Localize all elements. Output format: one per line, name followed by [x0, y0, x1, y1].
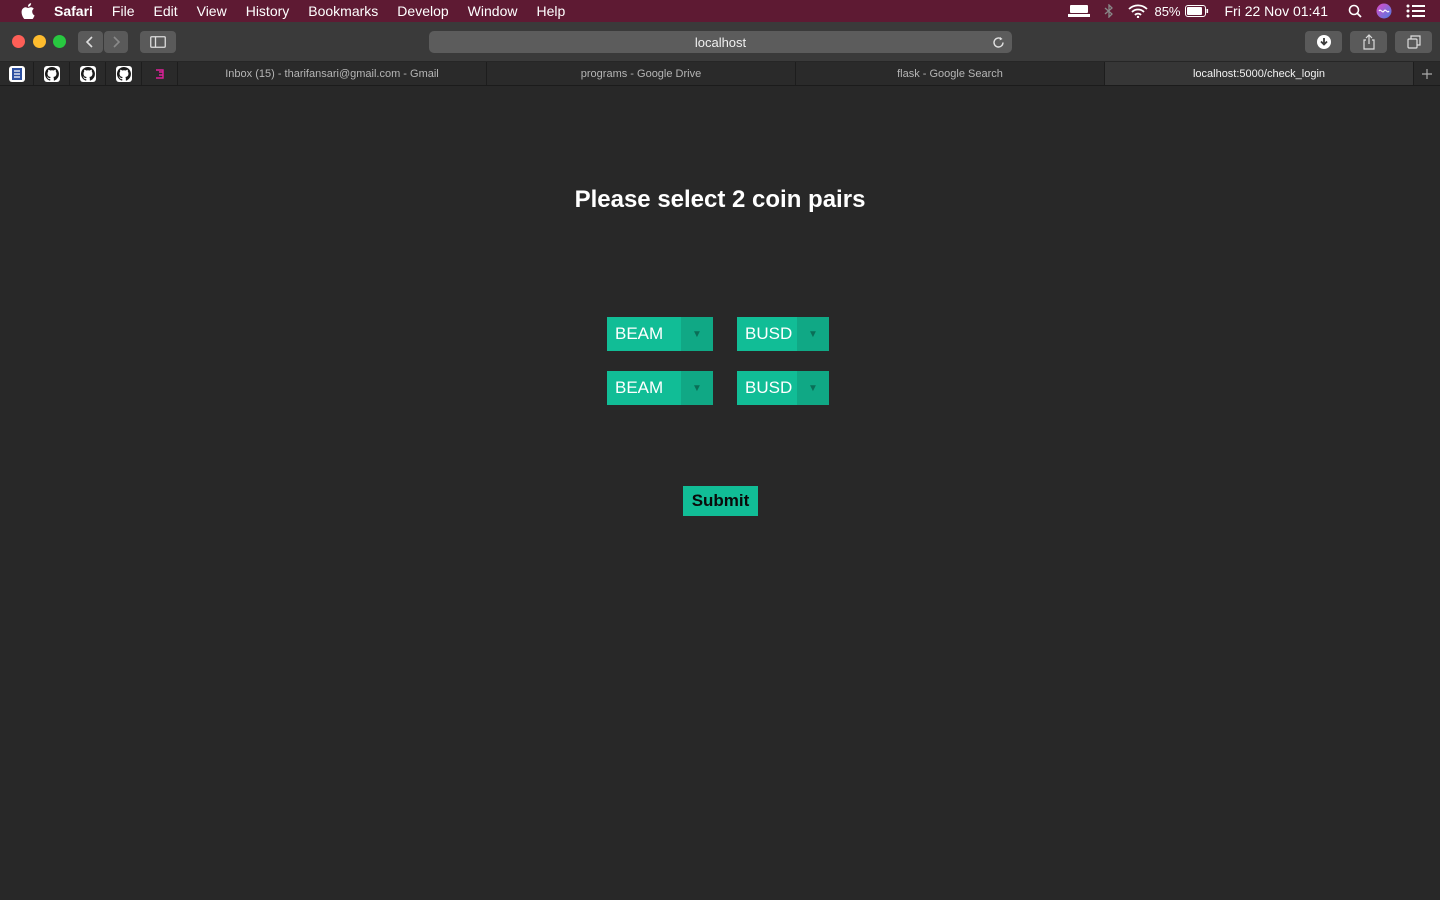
select-value: BEAM	[615, 378, 664, 397]
status-area: 85% Fri 22 Nov 01:41	[1054, 0, 1440, 22]
new-tab-button[interactable]	[1414, 62, 1440, 85]
pair-2-quote-select[interactable]: BUSD ▼	[737, 371, 829, 405]
spotlight-icon[interactable]	[1348, 4, 1362, 18]
page-title: Please select 2 coin pairs	[574, 186, 866, 213]
menu-develop[interactable]: Develop	[397, 3, 448, 19]
pinned-tab-bookmark[interactable]	[0, 62, 34, 85]
reload-icon[interactable]	[990, 34, 1006, 50]
battery-percent: 85%	[1154, 3, 1181, 19]
browser-toolbar: localhost	[0, 22, 1440, 62]
menu-view[interactable]: View	[197, 3, 227, 19]
pair-1-base-select[interactable]: BEAM ▼	[607, 317, 713, 351]
menu-window[interactable]: Window	[468, 3, 518, 19]
menu-safari[interactable]: Safari	[54, 3, 93, 19]
select-value: BEAM	[615, 324, 664, 343]
chevron-down-icon: ▼	[681, 317, 713, 351]
submit-button[interactable]: Submit	[683, 486, 758, 516]
tab-check-login[interactable]: localhost:5000/check_login	[1105, 62, 1414, 85]
tab-gmail[interactable]: Inbox (15) - tharifansari@gmail.com - Gm…	[178, 62, 487, 85]
pair-1-quote-select[interactable]: BUSD ▼	[737, 317, 829, 351]
page-content: Please select 2 coin pairs BEAM ▼ BUSD ▼…	[0, 86, 1440, 900]
share-button[interactable]	[1350, 31, 1387, 53]
back-button[interactable]	[78, 31, 103, 53]
pinned-tab-github-1[interactable]	[34, 62, 70, 85]
display-icon[interactable]	[1068, 4, 1091, 18]
bookmark-icon	[8, 65, 25, 82]
forward-button[interactable]	[103, 31, 128, 53]
menu-file[interactable]: File	[112, 3, 135, 19]
tab-overview-button[interactable]	[1395, 31, 1432, 53]
select-value: BUSD	[745, 378, 793, 397]
menu-history[interactable]: History	[246, 3, 290, 19]
menu-edit[interactable]: Edit	[153, 3, 177, 19]
menu-bookmarks[interactable]: Bookmarks	[308, 3, 378, 19]
notification-center-icon[interactable]	[1406, 4, 1426, 18]
github-icon	[115, 65, 132, 82]
apple-icon[interactable]	[20, 3, 36, 19]
github-icon	[79, 65, 96, 82]
app-icon	[152, 66, 168, 82]
menu-bar: Safari File Edit View History Bookmarks …	[0, 0, 1440, 22]
pair-2-base-select[interactable]: BEAM ▼	[607, 371, 713, 405]
siri-icon[interactable]	[1376, 3, 1392, 19]
minimize-window-button[interactable]	[33, 35, 46, 48]
menu-help[interactable]: Help	[536, 3, 565, 19]
chevron-down-icon: ▼	[681, 371, 713, 405]
wifi-icon[interactable]	[1128, 4, 1149, 18]
address-text: localhost	[694, 34, 747, 50]
pinned-tab-github-3[interactable]	[106, 62, 142, 85]
zoom-window-button[interactable]	[53, 35, 66, 48]
bluetooth-icon[interactable]	[1104, 4, 1114, 18]
tab-google-search[interactable]: flask - Google Search	[796, 62, 1105, 85]
chevron-down-icon: ▼	[797, 317, 829, 351]
github-icon	[43, 65, 60, 82]
sidebar-toggle-button[interactable]	[140, 31, 176, 53]
address-bar[interactable]: localhost	[429, 31, 1012, 53]
tab-bar: Inbox (15) - tharifansari@gmail.com - Gm…	[0, 62, 1440, 86]
pinned-tab-app[interactable]	[142, 62, 178, 85]
close-window-button[interactable]	[12, 35, 25, 48]
pinned-tab-github-2[interactable]	[70, 62, 106, 85]
navigation-buttons	[78, 31, 129, 53]
select-value: BUSD	[745, 324, 793, 343]
downloads-button[interactable]	[1305, 31, 1342, 53]
tab-google-drive[interactable]: programs - Google Drive	[487, 62, 796, 85]
chevron-down-icon: ▼	[797, 371, 829, 405]
clock[interactable]: Fri 22 Nov 01:41	[1225, 3, 1329, 19]
battery-icon[interactable]	[1184, 5, 1209, 17]
